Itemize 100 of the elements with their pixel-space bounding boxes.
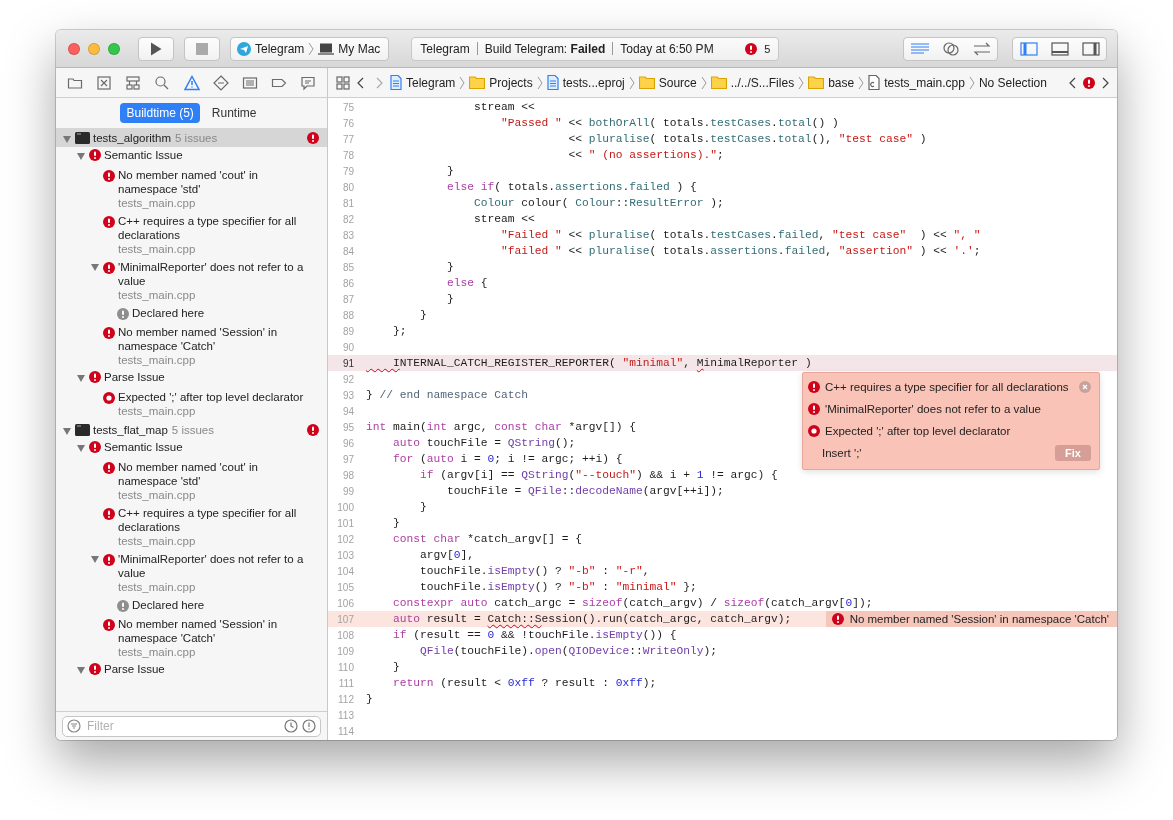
code-line: } <box>419 309 427 321</box>
path-crumb[interactable]: Projects <box>469 75 533 90</box>
error-icon <box>103 327 115 339</box>
fixit-icon <box>808 425 820 437</box>
issue-message[interactable]: Declared here <box>132 598 205 612</box>
code-line: for (auto i = 0; i != argc; ++i) { <box>392 453 623 465</box>
box-icon <box>96 74 113 91</box>
scheme-selector[interactable]: Telegram My Mac <box>230 36 390 61</box>
code-line: << pluralise( totals.testCases.total(), "test case" ) <box>567 133 927 145</box>
disclosure-triangle[interactable] <box>76 374 86 383</box>
file-name: tests_main.cpp <box>118 242 197 256</box>
circles-icon <box>940 41 961 56</box>
chevron-icon <box>798 75 805 90</box>
right-panel-icon <box>1081 41 1100 56</box>
code-line: else { <box>446 277 488 289</box>
line-number: 75 <box>341 101 354 113</box>
issue-message[interactable]: C++ requires a type specifier for all declarations <box>118 506 319 534</box>
line-number: 90 <box>341 341 354 353</box>
category-label[interactable]: Parse Issue <box>104 663 165 675</box>
line-number: 97 <box>341 453 354 465</box>
path-crumb[interactable]: tests_main.cpp <box>868 75 965 90</box>
line-number: 84 <box>341 245 354 257</box>
issue-message[interactable]: No member named 'cout' in namespace 'std' <box>118 460 319 488</box>
hierarchy-icon <box>125 74 142 91</box>
line-number: 80 <box>341 181 354 193</box>
issue-message[interactable]: C++ requires a type specifier for all declarations <box>825 381 1069 393</box>
issue-count: 5 issues <box>171 423 214 436</box>
line-number: 104 <box>336 565 354 577</box>
disclosure-triangle[interactable] <box>62 134 72 144</box>
app-icon <box>237 41 251 56</box>
line-number: 106 <box>336 597 354 609</box>
stop-button[interactable] <box>184 36 220 61</box>
issue-message[interactable]: No member named 'Session' in namespace 'Catch' <box>118 325 319 353</box>
issue-message[interactable]: 'MinimalReporter' does not refer to a value <box>118 552 319 580</box>
issue-message[interactable]: Expected ';' after top level declarator <box>825 425 1011 437</box>
path-crumb[interactable]: base <box>808 75 855 90</box>
path-crumb[interactable]: Telegram <box>390 75 456 90</box>
close-button[interactable] <box>68 42 80 55</box>
chevron-icon <box>308 41 315 56</box>
inline-error[interactable]: No member named 'Session' in namespace 'Catch' <box>825 611 1117 627</box>
code-line: if (argv[i] == QString("--touch") && i + 1 != argc) { <box>419 469 778 481</box>
file-name: tests_main.cpp <box>118 580 197 594</box>
code-line: int main(int argc, const char *argv[]) { <box>366 421 637 433</box>
line-number: 109 <box>336 645 354 657</box>
line-number: 114 <box>337 725 354 737</box>
issue-message[interactable]: No member named 'cout' in namespace 'std' <box>118 168 319 196</box>
code-line: "Passed " << bothOrAll( totals.testCases.total() ) <box>500 117 839 129</box>
target-row[interactable]: tests_flat_map 5 issues <box>56 420 327 439</box>
issue-mode-tab[interactable]: Buildtime (5) <box>120 103 200 123</box>
warning-icon <box>302 719 316 733</box>
run-button[interactable] <box>138 36 174 61</box>
issue-message[interactable]: Declared here <box>132 306 205 320</box>
code-line: } // end namespace Catch <box>366 389 529 401</box>
error-icon <box>103 554 115 566</box>
chevron-icon <box>700 75 707 90</box>
error-message: No member named 'Session' in namespace 'Catch' <box>849 613 1109 625</box>
build-time: Today at 6:50 PM <box>620 41 714 56</box>
path-crumb[interactable]: ../../S...Files <box>710 75 795 90</box>
category-label[interactable]: Semantic Issue <box>104 441 183 453</box>
editor-mode-control[interactable] <box>903 36 998 61</box>
panel-toggle-control[interactable] <box>1012 36 1107 61</box>
line-number: 93 <box>341 389 354 401</box>
left-panel-icon <box>1019 41 1038 56</box>
target-row[interactable]: tests_algorithm 5 issues <box>56 128 327 147</box>
disclosure-triangle[interactable] <box>90 555 100 564</box>
path-crumb[interactable]: tests...eproj <box>546 75 625 90</box>
scheme-target: Telegram <box>255 41 305 56</box>
disclosure-triangle[interactable] <box>90 263 100 272</box>
code-line: } <box>446 293 454 305</box>
disclosure-triangle[interactable] <box>76 666 86 675</box>
code-line: QFile(touchFile).open(QIODevice::WriteOnly); <box>419 645 718 657</box>
issue-message[interactable]: 'MinimalReporter' does not refer to a value <box>118 260 319 288</box>
code-editor[interactable] <box>328 98 1117 740</box>
category-label[interactable]: Semantic Issue <box>104 149 183 161</box>
disclosure-triangle[interactable] <box>62 426 72 436</box>
close-icon[interactable] <box>1079 381 1091 393</box>
path-crumb[interactable]: Source <box>638 75 697 90</box>
filter-input[interactable]: Filter <box>85 718 280 734</box>
issue-message[interactable]: No member named 'Session' in namespace 'Catch' <box>118 617 319 645</box>
warning-icon <box>183 74 200 91</box>
issue-mode-tab[interactable]: Runtime <box>205 103 263 123</box>
error-icon <box>103 216 115 228</box>
file-name: tests_main.cpp <box>118 353 197 367</box>
error-icon <box>89 663 101 675</box>
file-name: tests_main.cpp <box>118 196 197 210</box>
disclosure-triangle[interactable] <box>76 152 86 161</box>
line-number: 92 <box>341 373 354 385</box>
lines-icon <box>909 41 930 56</box>
issue-message[interactable]: C++ requires a type specifier for all declarations <box>118 214 319 242</box>
issue-message[interactable]: 'MinimalReporter' does not refer to a value <box>825 403 1041 415</box>
issue-message[interactable]: Expected ';' after top level declarator <box>118 390 304 404</box>
path-crumb[interactable]: No Selection <box>978 75 1047 90</box>
disclosure-triangle[interactable] <box>76 444 86 453</box>
filter-field[interactable]: Filter <box>62 715 321 737</box>
code-line: argv[0], <box>419 549 475 561</box>
zoom-button[interactable] <box>108 42 120 55</box>
line-number: 85 <box>341 261 354 273</box>
line-number: 88 <box>341 309 354 321</box>
line-number: 83 <box>341 229 354 241</box>
category-label[interactable]: Parse Issue <box>104 371 165 383</box>
